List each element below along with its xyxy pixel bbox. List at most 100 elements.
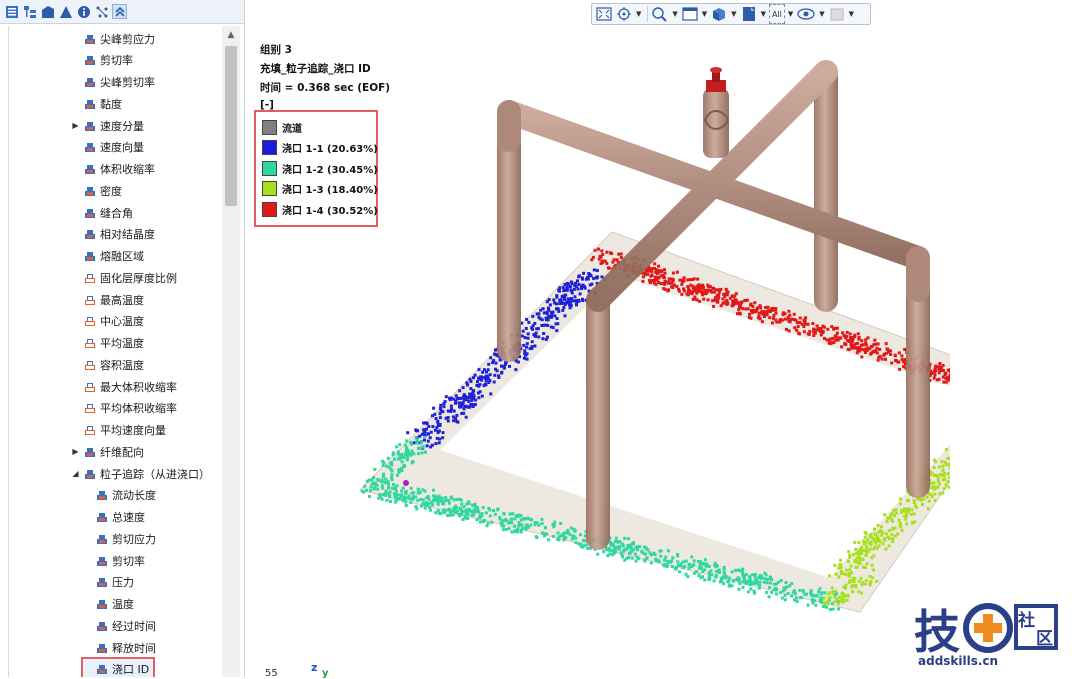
tree-item[interactable]: 尖峰剪应力	[71, 28, 155, 49]
tree-item[interactable]: 平均温度	[71, 333, 144, 354]
result-icon	[96, 555, 108, 567]
window-dropdown-icon[interactable]: ▼	[702, 10, 707, 18]
result-icon	[84, 228, 96, 240]
tree-item[interactable]: 释放时间	[83, 637, 156, 658]
tree-item[interactable]: 经过时间	[83, 615, 156, 636]
tree-item[interactable]: 固化层厚度比例	[71, 267, 177, 288]
tree-item[interactable]: 密度	[71, 180, 122, 201]
tree-toolbar	[0, 0, 244, 24]
tree-item-label: 剪切率	[100, 52, 133, 68]
result-icon	[84, 359, 96, 371]
shading-dropdown-icon[interactable]: ▼	[849, 10, 854, 18]
tree-item[interactable]: ▶速度分量	[71, 115, 144, 136]
tree-item[interactable]: 温度	[83, 594, 134, 615]
tree-item-label: 体积收缩率	[100, 161, 155, 177]
view-scale-label: 55	[265, 668, 278, 679]
tree-item[interactable]: 最大体积收缩率	[71, 376, 177, 397]
tree-item-label: 熔融区域	[100, 248, 144, 264]
rotate-center-icon[interactable]	[615, 5, 633, 23]
eye-dropdown-icon[interactable]: ▼	[819, 10, 824, 18]
collapse-arrow-icon[interactable]: ◢	[71, 469, 80, 478]
result-icon	[84, 250, 96, 262]
tree-item[interactable]: 总速度	[83, 507, 145, 528]
tree-item-label: 流动长度	[112, 487, 156, 503]
tree-item-label: 释放时间	[112, 640, 156, 656]
legend-swatch	[262, 181, 277, 196]
tree-item[interactable]: 容积温度	[71, 354, 144, 375]
model-tree-panel: 尖峰剪应力剪切率尖峰剪切率黏度▶速度分量速度向量体积收缩率密度缝合角相对结晶度熔…	[0, 0, 245, 677]
scroll-thumb[interactable]	[225, 46, 237, 206]
tree-item-label: 浇口 ID	[112, 661, 149, 677]
tree-item[interactable]: 流动长度	[83, 485, 156, 506]
result-icon	[84, 185, 96, 197]
legend-swatch	[262, 140, 277, 155]
tree-item-label: 尖峰剪切率	[100, 74, 155, 90]
tree-item[interactable]: 剪切率	[83, 550, 145, 571]
part-icon[interactable]	[58, 4, 73, 19]
tree-item[interactable]: 平均速度向量	[71, 420, 166, 441]
tree-item-label: 剪切应力	[112, 531, 156, 547]
zoom-icon[interactable]	[651, 5, 669, 23]
result-icon	[84, 33, 96, 45]
tree-item-label: 中心温度	[100, 313, 144, 329]
tree-item-label: 黏度	[100, 96, 122, 112]
page-dropdown-icon[interactable]: ▼	[761, 10, 766, 18]
result-icon	[84, 207, 96, 219]
model-3d-view[interactable]	[350, 40, 950, 660]
result-icon	[96, 598, 108, 610]
result-icon	[84, 163, 96, 175]
result-icon	[84, 446, 96, 458]
result-icon	[96, 620, 108, 632]
tree-item[interactable]: ◢ 粒子追踪（从进浇口）	[71, 463, 210, 484]
tree-item[interactable]: 浇口 ID	[83, 659, 153, 677]
tree-item[interactable]: 剪切率	[71, 50, 133, 71]
result-icon	[84, 294, 96, 306]
tree-item[interactable]: 尖峰剪切率	[71, 72, 155, 93]
info-icon[interactable]	[76, 4, 91, 19]
tree-item[interactable]: 压力	[83, 572, 134, 593]
list-view-icon[interactable]	[4, 4, 19, 19]
result-icon	[84, 54, 96, 66]
fit-view-icon[interactable]	[595, 5, 613, 23]
axis-z-label: z	[311, 661, 317, 674]
tree-item[interactable]: 剪切应力	[83, 528, 156, 549]
zoom-dropdown-icon[interactable]: ▼	[672, 10, 677, 18]
cube-view-icon[interactable]	[710, 5, 728, 23]
tree-item[interactable]: 最高温度	[71, 289, 144, 310]
eye-icon[interactable]	[796, 5, 816, 23]
result-icon	[96, 576, 108, 588]
shading-icon[interactable]	[828, 5, 846, 23]
expand-arrow-icon[interactable]: ▶	[71, 121, 80, 130]
tree-item[interactable]: 黏度	[71, 93, 122, 114]
tree-item[interactable]: 中心温度	[71, 311, 144, 332]
svg-text:技: 技	[914, 605, 960, 659]
tree-item[interactable]: 体积收缩率	[71, 159, 155, 180]
cube-dropdown-icon[interactable]: ▼	[731, 10, 736, 18]
result-icon	[84, 315, 96, 327]
tree-view-icon[interactable]	[22, 4, 37, 19]
tree-item[interactable]: ▶纤维配向	[71, 441, 144, 462]
scroll-up-arrow-icon[interactable]: ▲	[222, 26, 240, 44]
tree-item-label: 粒子追踪（从进浇口）	[100, 466, 210, 482]
legend-swatch	[262, 120, 277, 135]
tree-item[interactable]: 相对结晶度	[71, 224, 155, 245]
tree-scrollbar[interactable]: ▲	[222, 26, 240, 677]
rotate-dropdown-icon[interactable]: ▼	[636, 10, 641, 18]
filter-dropdown-icon[interactable]: ▼	[788, 10, 793, 18]
expand-arrow-icon[interactable]: ▶	[71, 447, 80, 456]
tree-item-label: 容积温度	[100, 357, 144, 373]
result-icon	[84, 424, 96, 436]
window-icon[interactable]	[681, 5, 699, 23]
model-icon[interactable]	[40, 4, 55, 19]
result-icon	[84, 120, 96, 132]
collapse-icon[interactable]	[112, 4, 127, 19]
tree-item[interactable]: 平均体积收缩率	[71, 398, 177, 419]
tree-item-label: 平均速度向量	[100, 422, 166, 438]
svg-text:社: 社	[1017, 610, 1035, 631]
tree-item[interactable]: 缝合角	[71, 202, 133, 223]
mesh-icon[interactable]	[94, 4, 109, 19]
tree-item[interactable]: 熔融区域	[71, 246, 144, 267]
page-icon[interactable]	[740, 5, 758, 23]
tree-item[interactable]: 速度向量	[71, 137, 144, 158]
all-filter[interactable]: All	[769, 4, 785, 24]
